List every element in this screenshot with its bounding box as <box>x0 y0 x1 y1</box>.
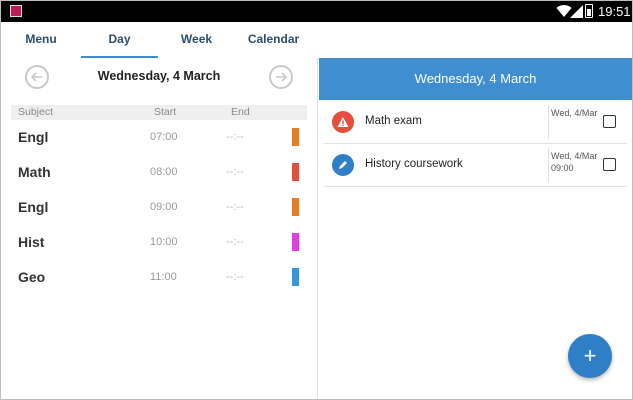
lesson-subject: Geo <box>18 269 46 285</box>
lesson-color-bar <box>292 163 299 181</box>
tab-calendar[interactable]: Calendar <box>235 22 312 58</box>
lesson-end: --:-- <box>226 271 244 283</box>
lesson-start: 09:00 <box>150 201 178 213</box>
column-end: End <box>231 106 250 118</box>
task-divider <box>548 105 549 139</box>
lesson-color-bar <box>292 268 299 286</box>
arrow-right-icon <box>276 72 288 82</box>
add-task-button[interactable]: + <box>568 334 612 378</box>
plus-icon: + <box>583 343 597 368</box>
lesson-subject: Hist <box>18 234 45 250</box>
lesson-end: --:-- <box>226 236 244 248</box>
tab-day[interactable]: Day <box>81 22 158 58</box>
arrow-left-icon <box>30 72 42 82</box>
task-title: Math exam <box>365 115 422 127</box>
task-due: Wed, 4/Mar <box>551 107 597 119</box>
task-complete-checkbox[interactable] <box>603 158 616 171</box>
signal-icon <box>570 5 583 18</box>
task-item[interactable]: History coursework Wed, 4/Mar 09:00 <box>324 144 627 187</box>
lesson-color-bar <box>292 233 299 251</box>
lesson-row[interactable]: Hist 10:00 --:-- <box>11 225 307 259</box>
lesson-color-bar <box>292 198 299 216</box>
lesson-start: 07:00 <box>150 131 178 143</box>
lesson-subject: Engl <box>18 129 49 145</box>
battery-icon <box>585 4 593 18</box>
task-due-date: Wed, 4/Mar <box>551 151 598 161</box>
lesson-row[interactable]: Math 08:00 --:-- <box>11 155 307 189</box>
column-subject: Subject <box>18 106 54 118</box>
next-day-button[interactable] <box>269 65 293 89</box>
previous-day-button[interactable] <box>25 65 49 89</box>
tab-bar: Menu Day Week Calendar <box>1 22 632 59</box>
warning-icon <box>332 111 354 133</box>
task-item[interactable]: Math exam Wed, 4/Mar <box>324 101 627 144</box>
tab-menu[interactable]: Menu <box>1 22 81 58</box>
lesson-row[interactable]: Geo 11:00 --:-- <box>11 260 307 294</box>
status-bar: 19:51 <box>1 1 632 22</box>
lesson-subject: Engl <box>18 199 49 215</box>
lesson-start: 10:00 <box>150 236 178 248</box>
app-notification-icon <box>10 5 22 17</box>
lesson-start: 11:00 <box>150 271 177 283</box>
timetable-header: Subject Start End <box>11 105 307 120</box>
day-date-title: Wednesday, 4 March <box>97 69 221 83</box>
tab-week[interactable]: Week <box>158 22 235 58</box>
tasks-pane: Wednesday, 4 March Math exam Wed, 4/Mar <box>319 58 632 399</box>
task-complete-checkbox[interactable] <box>603 115 616 128</box>
app-frame: 19:51 Menu Day Week Calendar Wednesday, … <box>0 0 633 400</box>
day-timetable-pane: Wednesday, 4 March Subject Start End Eng… <box>1 58 318 399</box>
task-divider <box>548 148 549 182</box>
task-due-date: Wed, 4/Mar <box>551 108 598 118</box>
task-due: Wed, 4/Mar 09:00 <box>551 150 597 174</box>
status-time: 19:51 <box>598 4 631 19</box>
lesson-start: 08:00 <box>150 166 178 178</box>
lesson-end: --:-- <box>226 201 244 213</box>
lesson-row[interactable]: Engl 07:00 --:-- <box>11 120 307 154</box>
lesson-subject: Math <box>18 164 51 180</box>
task-title: History coursework <box>365 158 463 170</box>
lesson-end: --:-- <box>226 166 244 178</box>
lesson-row[interactable]: Engl 09:00 --:-- <box>11 190 307 224</box>
lesson-color-bar <box>292 128 299 146</box>
column-start: Start <box>154 106 177 118</box>
tasks-header: Wednesday, 4 March <box>319 58 632 100</box>
task-due-time: 09:00 <box>551 163 574 173</box>
lesson-end: --:-- <box>226 131 244 143</box>
pen-icon <box>332 154 354 176</box>
